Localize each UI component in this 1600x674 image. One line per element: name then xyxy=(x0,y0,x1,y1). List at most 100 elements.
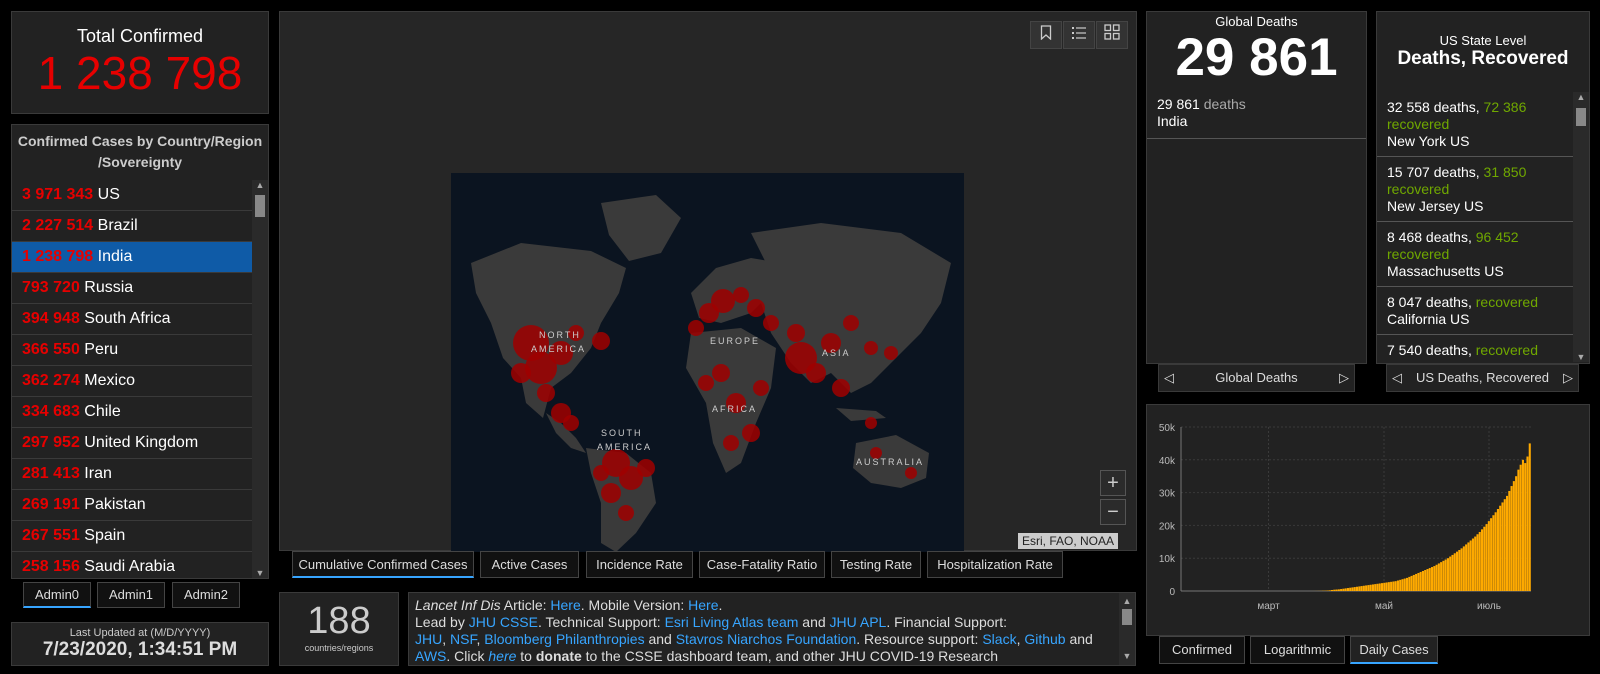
chart-bar[interactable] xyxy=(1346,588,1349,591)
donate-here-link[interactable]: here xyxy=(488,648,516,664)
chart-bar[interactable] xyxy=(1369,584,1372,591)
chart-bar[interactable] xyxy=(1387,582,1390,591)
scroll-up-icon[interactable]: ▲ xyxy=(1119,593,1135,610)
tab-admin0[interactable]: Admin0 xyxy=(23,582,91,608)
case-bubble[interactable] xyxy=(747,299,765,317)
chart-bar[interactable] xyxy=(1506,495,1509,591)
jhu-link[interactable]: JHU xyxy=(415,631,442,647)
chart-bar[interactable] xyxy=(1490,518,1493,591)
chart-bar[interactable] xyxy=(1446,558,1449,591)
us-state-row[interactable]: 32 558 deaths, 72 386 recovered New York U… xyxy=(1377,92,1573,157)
case-bubble[interactable] xyxy=(592,332,610,350)
chart-bar[interactable] xyxy=(1481,529,1484,591)
case-bubble[interactable] xyxy=(865,417,877,429)
case-bubble[interactable] xyxy=(637,459,655,477)
chart-bar[interactable] xyxy=(1396,580,1399,591)
chart-bar[interactable] xyxy=(1390,581,1393,591)
chart-bar[interactable] xyxy=(1424,570,1427,591)
chart-bar[interactable] xyxy=(1474,536,1477,591)
bookmark-icon[interactable] xyxy=(1030,21,1062,49)
map-panel[interactable]: NORTH AMERICA EUROPE ASIA AFRICA SOUTH A… xyxy=(279,11,1137,552)
country-row[interactable]: 269 191 Pakistan xyxy=(12,490,252,521)
chart-bar[interactable] xyxy=(1344,588,1347,591)
chart-bar[interactable] xyxy=(1492,515,1495,591)
chart-bar[interactable] xyxy=(1476,534,1479,591)
chart-bar[interactable] xyxy=(1503,499,1506,591)
chart-bar[interactable] xyxy=(1349,587,1352,591)
case-bubble[interactable] xyxy=(723,435,739,451)
chart-bar[interactable] xyxy=(1385,582,1388,591)
us-states-list[interactable]: 32 558 deaths, 72 386 recovered New York U… xyxy=(1377,92,1573,362)
zoom-out-button[interactable]: − xyxy=(1100,499,1126,525)
chart-bar[interactable] xyxy=(1412,574,1415,591)
article-link[interactable]: Here xyxy=(550,597,580,613)
scroll-down-icon[interactable]: ▼ xyxy=(1573,352,1589,362)
us-state-row[interactable]: 15 707 deaths, 31 850 recovered New Jersey… xyxy=(1377,157,1573,222)
chart-bar[interactable] xyxy=(1435,564,1438,591)
chart-bar[interactable] xyxy=(1456,551,1459,591)
us-state-row[interactable]: 8 047 deaths, recovered California US xyxy=(1377,287,1573,335)
country-row[interactable]: 362 274 Mexico xyxy=(12,366,252,397)
info-scrollbar[interactable]: ▲ ▼ xyxy=(1119,593,1135,665)
chart-bar[interactable] xyxy=(1337,589,1340,591)
case-bubble[interactable] xyxy=(763,315,779,331)
jhu-csse-link[interactable]: JHU CSSE xyxy=(469,614,538,630)
chart-bar[interactable] xyxy=(1333,589,1336,591)
case-bubble[interactable] xyxy=(537,384,555,402)
tab-incidence-rate[interactable]: Incidence Rate xyxy=(586,551,693,578)
chart-bar[interactable] xyxy=(1328,590,1331,591)
chart-bar[interactable] xyxy=(1458,550,1461,591)
chart-bar[interactable] xyxy=(1437,563,1440,591)
world-map[interactable]: NORTH AMERICA EUROPE ASIA AFRICA SOUTH A… xyxy=(451,173,964,552)
legend-icon[interactable] xyxy=(1063,21,1095,49)
chart-bar[interactable] xyxy=(1353,587,1356,591)
chart-bar[interactable] xyxy=(1419,571,1422,591)
chart-bar[interactable] xyxy=(1478,531,1481,591)
chart-bar[interactable] xyxy=(1406,577,1409,591)
chart-bar[interactable] xyxy=(1501,502,1504,591)
case-bubble[interactable] xyxy=(753,380,769,396)
stavros-link[interactable]: Stavros Niarchos Foundation xyxy=(676,631,857,647)
chart-bar[interactable] xyxy=(1417,572,1420,591)
tab-daily-cases[interactable]: Daily Cases xyxy=(1350,636,1438,664)
esri-link[interactable]: Esri Living Atlas team xyxy=(665,614,799,630)
chart-bar[interactable] xyxy=(1360,586,1363,591)
bloomberg-link[interactable]: Bloomberg Philanthropies xyxy=(484,631,644,647)
tab-active-cases[interactable]: Active Cases xyxy=(480,551,579,578)
chart-bar[interactable] xyxy=(1415,573,1418,591)
chart-bar[interactable] xyxy=(1487,521,1490,591)
chart-bar[interactable] xyxy=(1394,581,1397,591)
chart-bar[interactable] xyxy=(1451,554,1454,591)
chart-bar[interactable] xyxy=(1528,443,1531,591)
chart-bar[interactable] xyxy=(1410,575,1413,591)
case-bubble[interactable] xyxy=(688,320,704,336)
global-deaths-detail[interactable]: 29 861 deaths India xyxy=(1147,88,1366,139)
country-row[interactable]: 394 948 South Africa xyxy=(12,304,252,335)
case-bubble[interactable] xyxy=(787,324,805,342)
scroll-thumb[interactable] xyxy=(255,195,265,217)
tab-logarithmic[interactable]: Logarithmic xyxy=(1250,636,1345,664)
scroll-down-icon[interactable]: ▼ xyxy=(1119,648,1135,665)
chart-bar[interactable] xyxy=(1392,581,1395,591)
chart-bar[interactable] xyxy=(1367,585,1370,591)
chart-bar[interactable] xyxy=(1526,456,1529,591)
chart-bar[interactable] xyxy=(1496,509,1499,591)
case-bubble[interactable] xyxy=(698,375,714,391)
github-link[interactable]: Github xyxy=(1024,631,1065,647)
case-bubble[interactable] xyxy=(618,505,634,521)
chart-bar[interactable] xyxy=(1453,553,1456,591)
us-state-row[interactable]: 8 468 deaths, 96 452 recovered Massachuset… xyxy=(1377,222,1573,287)
mobile-version-link[interactable]: Here xyxy=(688,597,718,613)
chart-bar[interactable] xyxy=(1440,562,1443,591)
country-row[interactable]: 258 156 Saudi Arabia xyxy=(12,552,252,578)
tab-testing-rate[interactable]: Testing Rate xyxy=(831,551,921,578)
zoom-in-button[interactable]: + xyxy=(1100,470,1126,496)
country-list[interactable]: 3 971 343 US 2 227 514 Brazil 1 238 798 In… xyxy=(12,180,252,578)
chart-bar[interactable] xyxy=(1342,588,1345,591)
tab-cumulative-confirmed[interactable]: Cumulative Confirmed Cases xyxy=(292,551,474,578)
case-bubble[interactable] xyxy=(733,287,749,303)
chart-bar[interactable] xyxy=(1524,463,1527,591)
case-bubble[interactable] xyxy=(905,467,917,479)
chart-bar[interactable] xyxy=(1508,490,1511,591)
chart-bar[interactable] xyxy=(1399,579,1402,591)
